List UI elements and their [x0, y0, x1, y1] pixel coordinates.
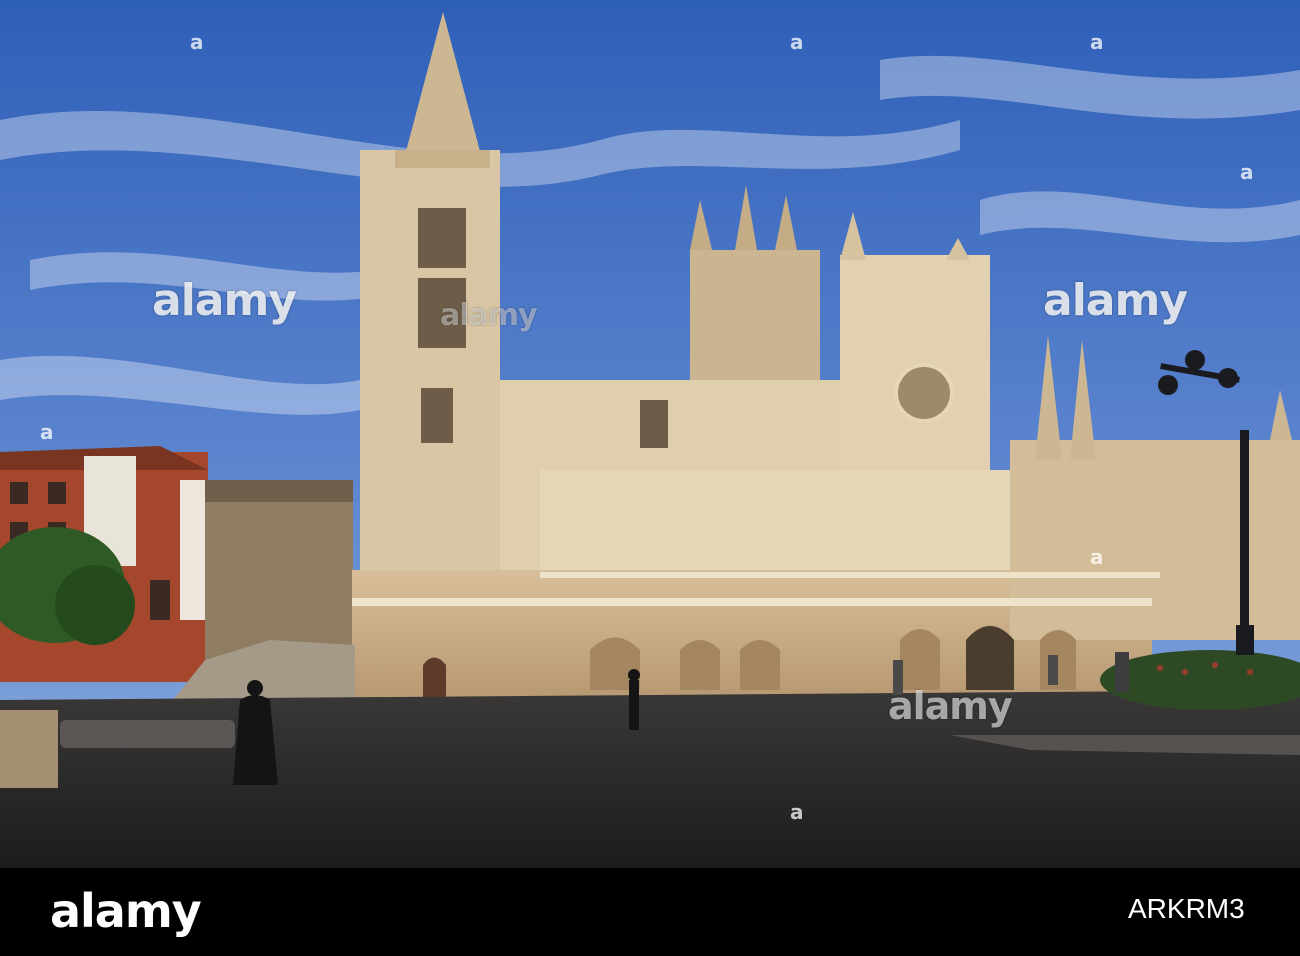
watermark-dot: a — [190, 30, 204, 54]
watermark-dot: a — [790, 800, 804, 824]
watermark-center: alamy — [440, 298, 538, 333]
cathedral-scene — [0, 0, 1300, 868]
plaza — [0, 690, 1300, 868]
watermark-dot: a — [40, 420, 54, 444]
alamy-logo: alamy — [50, 884, 202, 938]
rose-window — [894, 363, 954, 423]
watermark-dot: a — [1090, 30, 1104, 54]
photo: alamy alamy alamy alamy a a a a a a a — [0, 0, 1300, 868]
cathedral-door — [966, 626, 1014, 690]
watermark-dot: a — [790, 30, 804, 54]
watermark-left: alamy — [152, 275, 297, 326]
watermark-dot: a — [1090, 545, 1104, 569]
watermark-bottom: alamy — [888, 684, 1013, 728]
balustrade — [352, 598, 1152, 606]
image-id: ARKRM3 — [1128, 893, 1245, 924]
watermark-right: alamy — [1043, 275, 1188, 326]
watermark-dot: a — [1240, 160, 1254, 184]
